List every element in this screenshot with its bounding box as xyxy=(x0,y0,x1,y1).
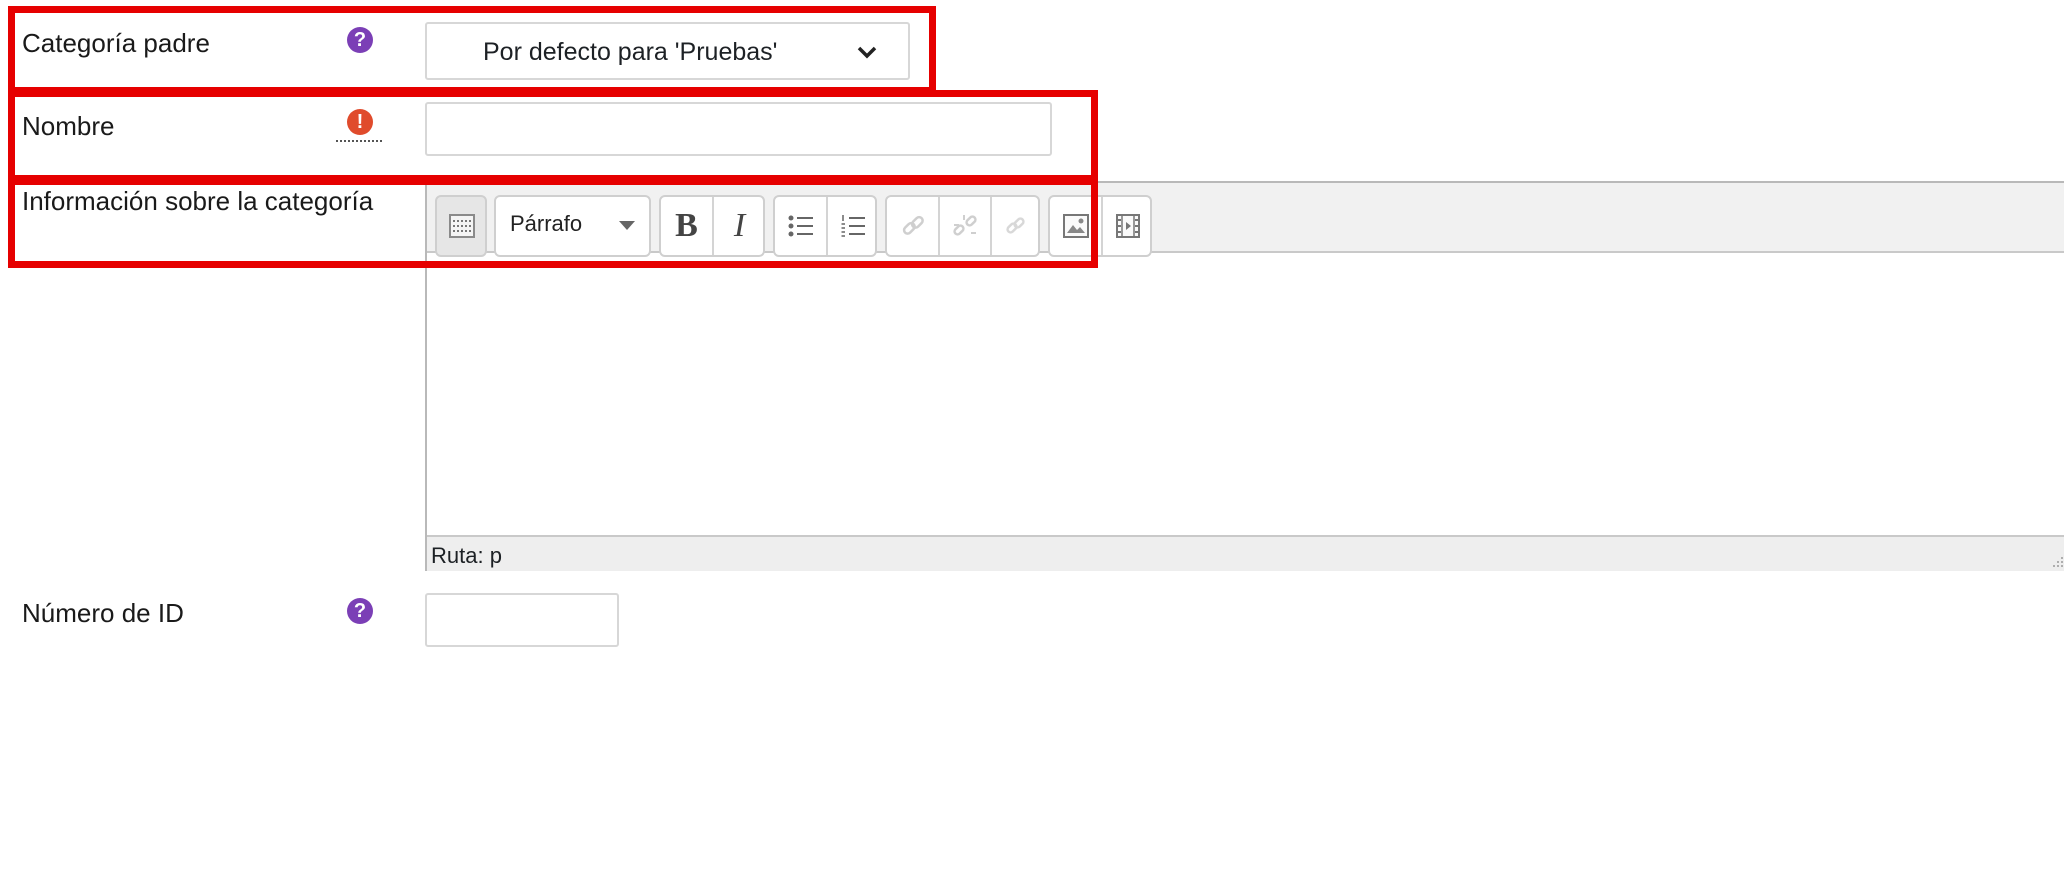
editor-path-label: Ruta: p xyxy=(431,543,502,568)
highlight-box-name xyxy=(8,90,1098,182)
editor-content-area[interactable] xyxy=(427,253,2064,535)
highlight-box-info xyxy=(8,178,1098,268)
highlight-box-parent-category xyxy=(8,6,936,94)
idnumber-label: Número de ID xyxy=(22,598,184,628)
film-icon xyxy=(1115,214,1140,238)
insert-media-button[interactable] xyxy=(1103,197,1152,255)
idnumber-input[interactable] xyxy=(425,593,619,647)
resize-grip-icon[interactable] xyxy=(2052,556,2064,568)
help-icon[interactable]: ? xyxy=(347,598,373,624)
editor-statusbar: Ruta: p xyxy=(427,535,2064,571)
